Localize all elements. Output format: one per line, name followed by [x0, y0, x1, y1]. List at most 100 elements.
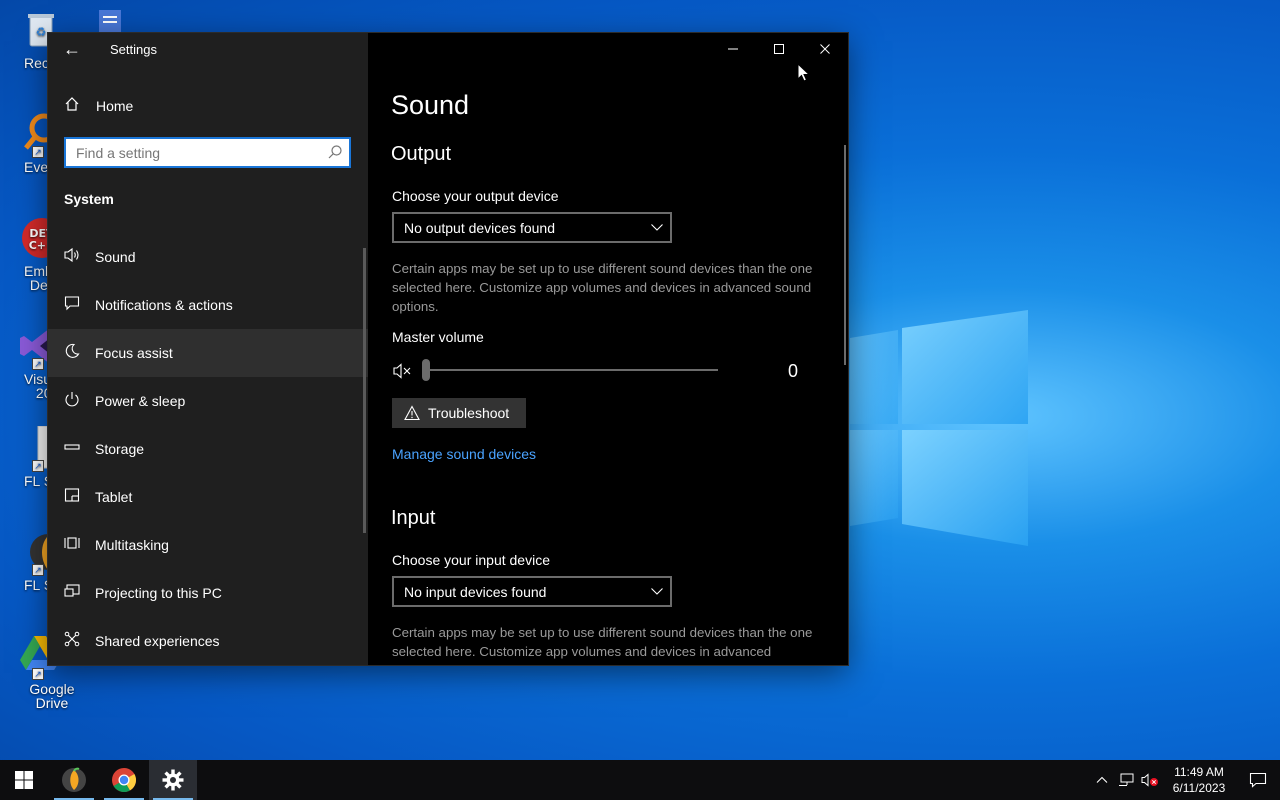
nav-item-label: Storage	[95, 441, 145, 457]
volume-tray-button[interactable]	[1138, 760, 1162, 800]
nav-item-label: Projecting to this PC	[95, 585, 222, 601]
window-controls	[710, 33, 848, 65]
nav-item-focus-assist[interactable]: Focus assist	[48, 329, 368, 377]
shortcut-arrow-icon: ↗	[32, 460, 44, 472]
input-device-dropdown[interactable]: No input devices found	[392, 576, 672, 607]
clock-time: 11:49 AM	[1174, 765, 1224, 779]
clock-date: 6/11/2023	[1172, 781, 1226, 795]
nav-item-shared-experiences[interactable]: Shared experiences	[48, 617, 368, 665]
output-device-value: No output devices found	[404, 220, 555, 236]
mouse-cursor-icon	[797, 62, 811, 83]
taskbar-clock[interactable]: 11:49 AM 6/11/2023	[1166, 764, 1232, 796]
minimize-icon	[728, 48, 738, 50]
action-center-button[interactable]	[1236, 760, 1280, 800]
close-button[interactable]	[802, 33, 848, 65]
multitasking-icon	[48, 535, 95, 555]
speaker-mute-icon	[1141, 773, 1158, 787]
chevron-down-icon	[650, 584, 664, 598]
network-tray-button[interactable]	[1114, 760, 1138, 800]
action-center-icon	[1249, 772, 1267, 788]
maximize-button[interactable]	[756, 33, 802, 65]
show-hidden-icons-button[interactable]	[1090, 760, 1114, 800]
nav-item-tablet[interactable]: Tablet	[48, 473, 368, 521]
nav-item-storage[interactable]: Storage	[48, 425, 368, 473]
speaker-mute-icon[interactable]	[392, 360, 414, 382]
windows-start-icon	[15, 771, 33, 789]
minimize-button[interactable]	[710, 33, 756, 65]
power-icon	[48, 391, 95, 411]
shortcut-arrow-icon: ↗	[32, 668, 44, 680]
file-icon	[95, 8, 125, 34]
taskbar-app-settings[interactable]	[149, 760, 197, 800]
volume-slider-track[interactable]	[424, 369, 718, 371]
svg-text:♻: ♻	[36, 25, 47, 39]
tablet-icon	[48, 487, 95, 507]
troubleshoot-button[interactable]: Troubleshoot	[392, 398, 526, 428]
chevron-down-icon	[650, 220, 664, 234]
nav-item-power-sleep[interactable]: Power & sleep	[48, 377, 368, 425]
network-icon	[1119, 773, 1134, 786]
output-description: Certain apps may be set up to use differ…	[392, 261, 813, 314]
nav-item-projecting[interactable]: Projecting to this PC	[48, 569, 368, 617]
fl-studio-icon	[62, 767, 86, 792]
nav-item-label: Shared experiences	[95, 633, 220, 649]
shortcut-arrow-icon: ↗	[32, 564, 44, 576]
titlebar[interactable]: ← Settings	[48, 33, 368, 65]
search-icon[interactable]	[327, 144, 343, 160]
taskbar-app-chrome[interactable]	[100, 760, 148, 800]
start-button[interactable]	[0, 760, 48, 800]
input-device-label: Choose your input device	[392, 552, 550, 568]
nav-home[interactable]: Home	[48, 87, 368, 125]
nav-item-label: Tablet	[95, 489, 133, 505]
sidebar-scrollbar[interactable]	[363, 248, 366, 533]
nav-list: Sound Notifications & actions Focus assi…	[48, 233, 368, 665]
troubleshoot-label: Troubleshoot	[428, 405, 510, 421]
moon-icon	[48, 343, 95, 363]
back-arrow-icon[interactable]: ←	[58, 39, 86, 61]
main-scrollbar[interactable]	[844, 145, 846, 365]
warning-icon	[404, 405, 420, 421]
maximize-icon	[774, 44, 784, 54]
nav-item-label: Power & sleep	[95, 393, 186, 409]
nav-item-label: Multitasking	[95, 537, 169, 553]
home-icon	[48, 96, 96, 116]
volume-value: 0	[788, 361, 799, 381]
system-tray: 11:49 AM 6/11/2023	[1090, 760, 1280, 800]
settings-window: ← Settings Home System Sound	[48, 33, 848, 665]
master-volume-label: Master volume	[392, 329, 484, 345]
gear-icon	[162, 769, 184, 791]
input-description: Certain apps may be set up to use differ…	[392, 625, 813, 659]
taskbar: 11:49 AM 6/11/2023	[0, 760, 1280, 800]
page-title: Sound	[391, 90, 470, 120]
projecting-icon	[48, 583, 95, 603]
output-heading: Output	[391, 143, 452, 165]
taskbar-app-fl-studio[interactable]	[50, 760, 98, 800]
nav-item-label: Sound	[95, 249, 136, 265]
notification-icon	[48, 295, 95, 315]
nav-home-label: Home	[96, 98, 134, 114]
settings-sidebar: ← Settings Home System Sound	[48, 33, 368, 665]
nav-item-label: Focus assist	[95, 345, 173, 361]
search-input[interactable]	[66, 139, 316, 166]
nav-item-label: Notifications & actions	[95, 297, 233, 313]
close-icon	[820, 44, 830, 54]
window-title: Settings	[110, 42, 157, 57]
manage-sound-devices-link[interactable]: Manage sound devices	[392, 446, 536, 462]
volume-slider-thumb[interactable]	[422, 359, 430, 381]
nav-item-notifications[interactable]: Notifications & actions	[48, 281, 368, 329]
nav-item-sound[interactable]: Sound	[48, 233, 368, 281]
sound-page: Sound Output Choose your output device N…	[368, 33, 848, 665]
section-label-system: System	[64, 191, 114, 207]
nav-item-multitasking[interactable]: Multitasking	[48, 521, 368, 569]
storage-icon	[48, 439, 95, 459]
shared-experiences-icon	[48, 631, 95, 651]
output-device-dropdown[interactable]: No output devices found	[392, 212, 672, 243]
master-volume-row: 0	[392, 357, 812, 385]
chrome-icon	[112, 768, 137, 793]
input-heading: Input	[391, 507, 436, 529]
shortcut-arrow-icon: ↗	[32, 146, 44, 158]
chevron-up-icon	[1096, 776, 1108, 783]
output-device-label: Choose your output device	[392, 188, 559, 204]
search-box[interactable]	[64, 137, 351, 168]
windows-wallpaper-logo	[850, 308, 1030, 548]
